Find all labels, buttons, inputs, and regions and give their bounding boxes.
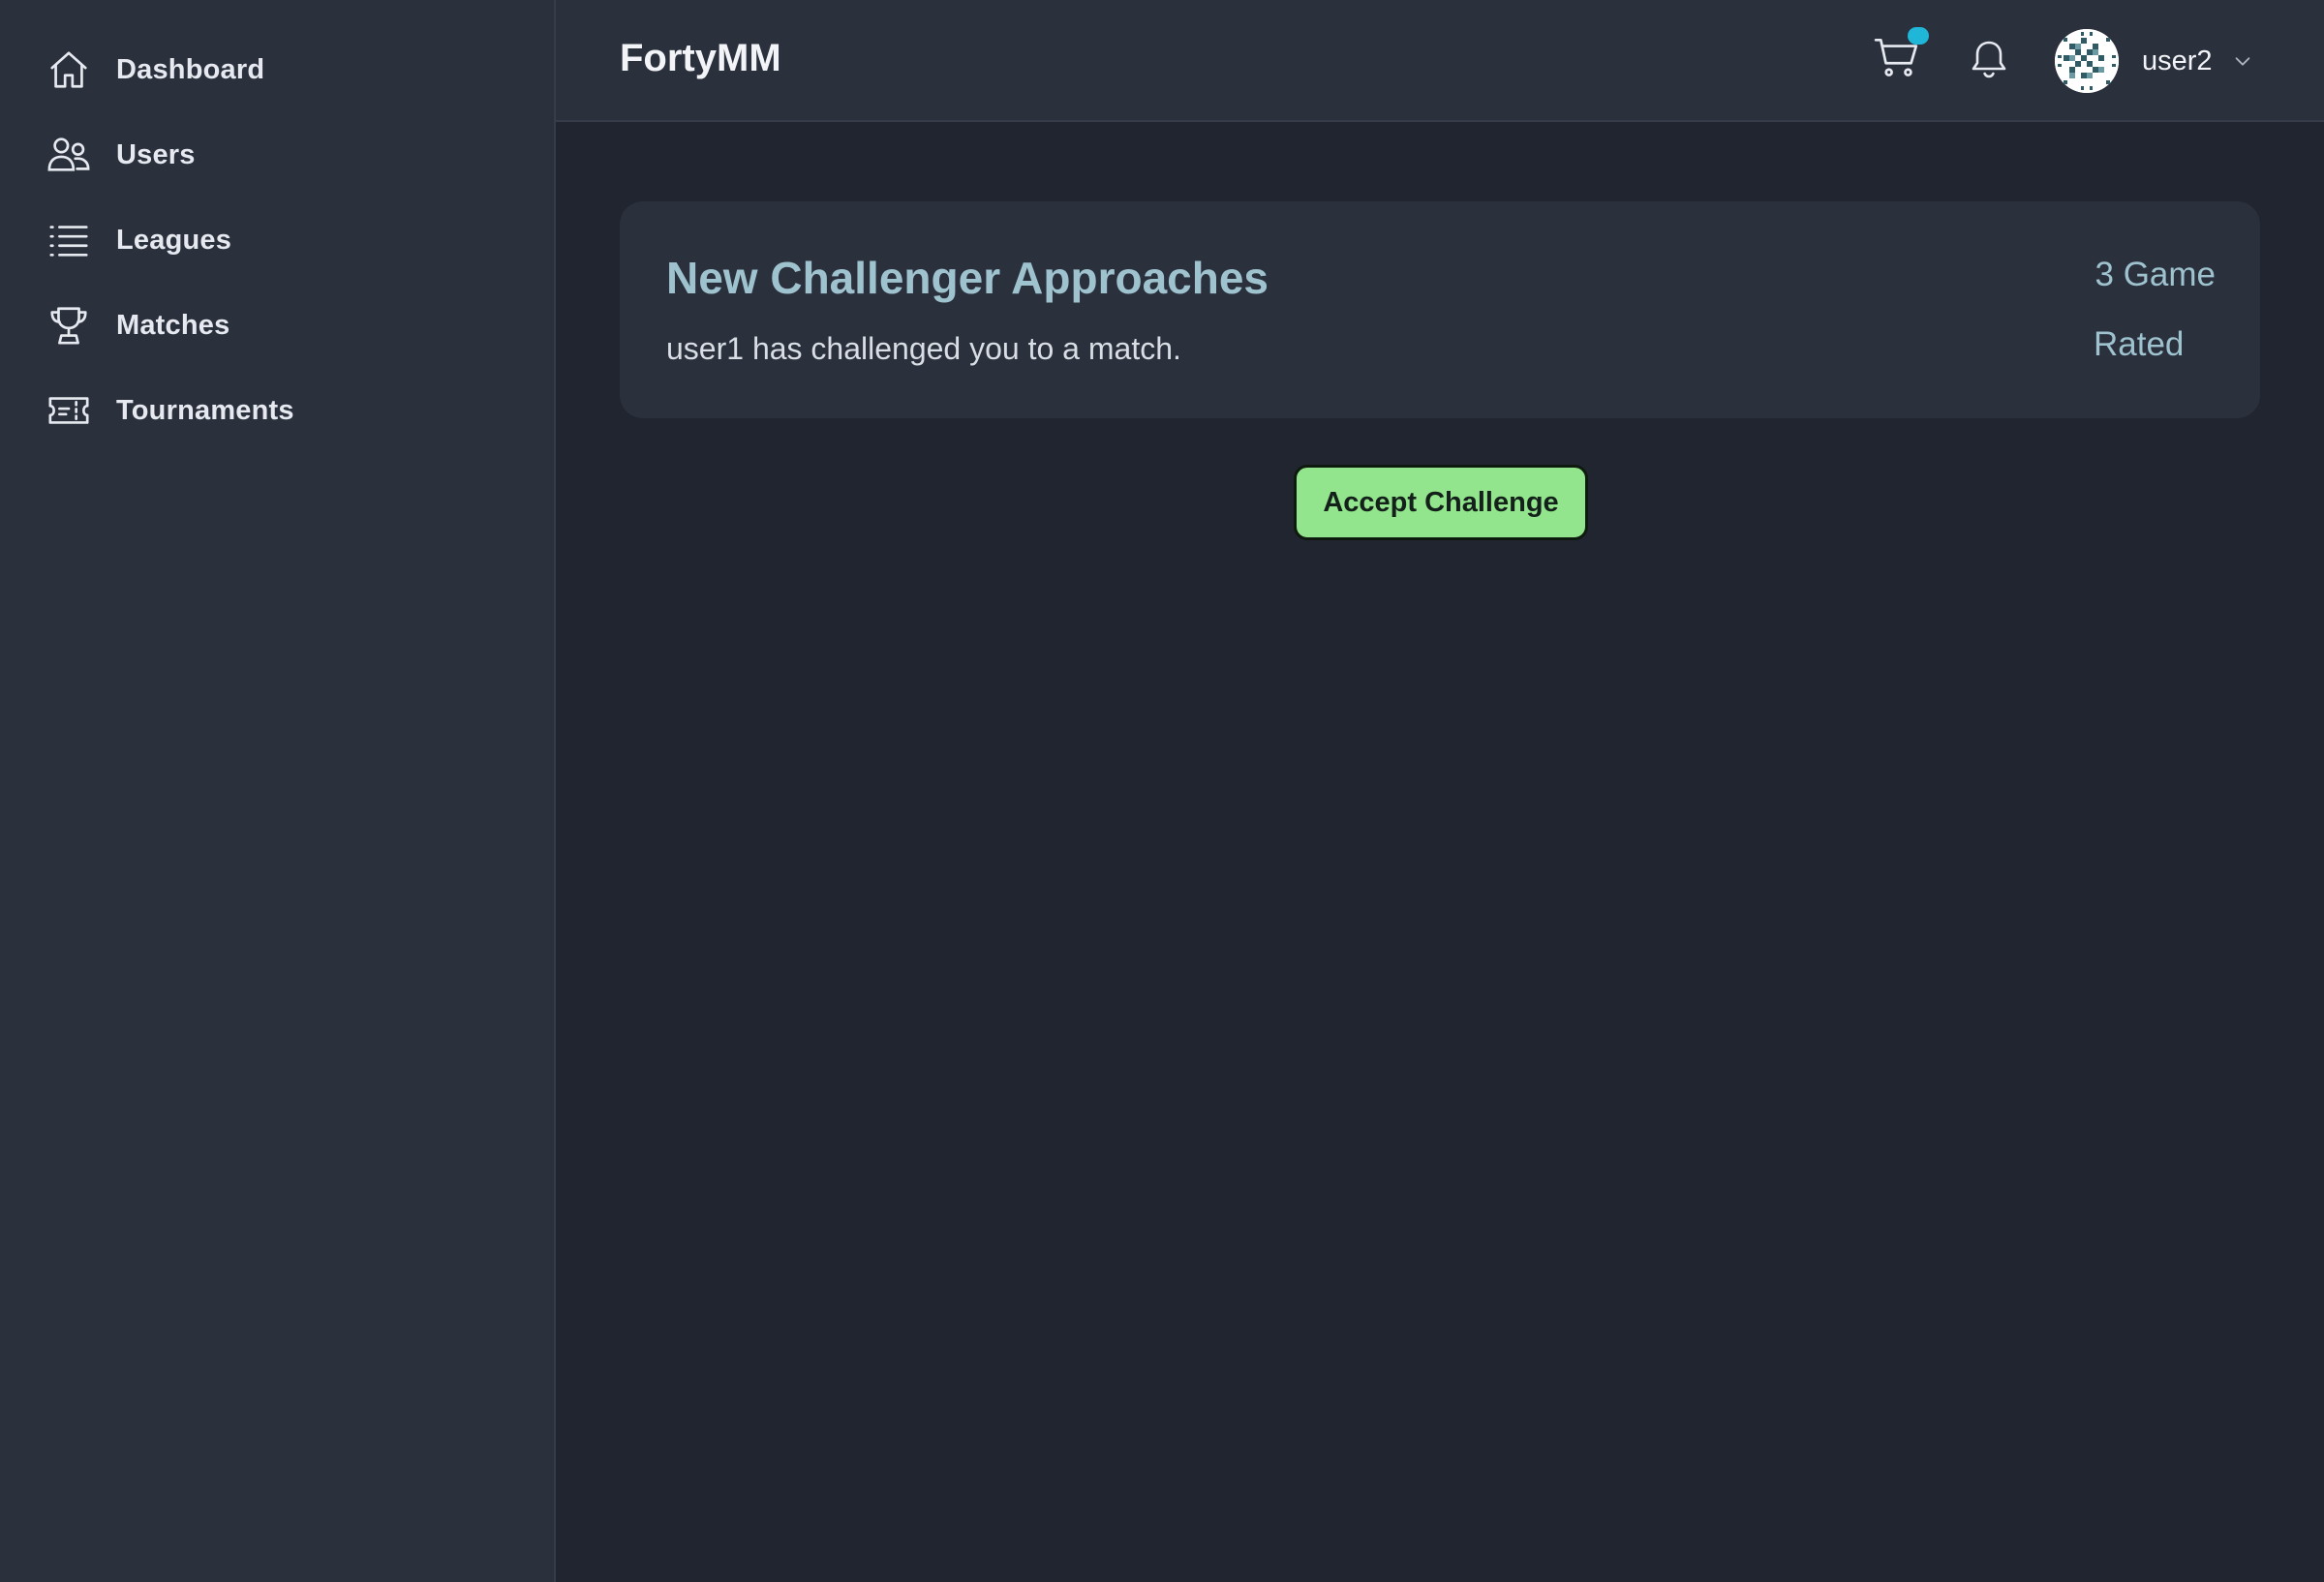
match-format: 3 Game [2095, 256, 2217, 293]
sidebar-item-users[interactable]: Users [46, 126, 196, 184]
sidebar: Dashboard Users Leagues Matches Tourname… [0, 0, 556, 1582]
sidebar-item-label: Leagues [116, 224, 232, 256]
challenge-card: New Challenger Approaches user1 has chal… [620, 201, 2260, 418]
sidebar-item-tournaments[interactable]: Tournaments [46, 381, 294, 440]
username: user2 [2142, 45, 2213, 76]
accept-challenge-button[interactable]: Accept Challenge [1294, 465, 1588, 540]
sidebar-item-label: Tournaments [116, 394, 294, 426]
sidebar-item-label: Matches [116, 309, 230, 341]
match-rated-label: Rated [2094, 325, 2185, 363]
bell-icon[interactable] [1966, 35, 2012, 81]
challenge-message: user1 has challenged you to a match. [666, 331, 1181, 366]
users-icon [46, 133, 91, 177]
sidebar-item-label: Users [116, 138, 196, 170]
chevron-down-icon [2232, 50, 2253, 72]
sidebar-item-dashboard[interactable]: Dashboard [46, 41, 264, 99]
trophy-icon [46, 303, 91, 348]
ticket-icon [46, 388, 91, 433]
avatar [2055, 29, 2119, 93]
sidebar-item-label: Dashboard [116, 53, 265, 85]
cart-badge [1908, 27, 1929, 45]
user-menu[interactable]: user2 [2055, 27, 2253, 95]
challenge-title: New Challenger Approaches [666, 253, 1269, 303]
app-title[interactable]: FortyMM [620, 37, 781, 80]
top-header: FortyMM user2 [556, 0, 2324, 122]
app-root: Dashboard Users Leagues Matches Tourname… [0, 0, 2324, 1582]
list-icon [46, 218, 91, 262]
home-icon [46, 47, 91, 92]
sidebar-item-leagues[interactable]: Leagues [46, 211, 231, 269]
sidebar-item-matches[interactable]: Matches [46, 296, 229, 354]
